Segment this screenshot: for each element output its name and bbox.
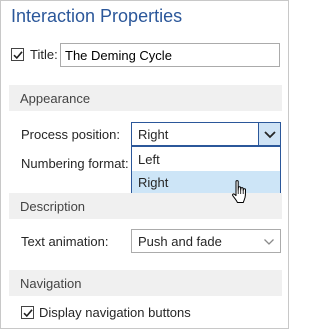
dropdown-option-right[interactable]: Right [132,171,280,194]
process-position-value: Right [138,127,169,142]
panel-title: Interaction Properties [11,6,183,26]
process-position-label: Process position: [21,127,120,142]
chevron-down-icon[interactable] [258,123,280,145]
process-position-dropdown: Left Right [131,146,281,194]
navigation-section-header: Navigation [9,270,282,296]
option-label: Right [138,175,169,190]
text-animation-select[interactable]: Push and fade [131,229,281,253]
text-animation-label: Text animation: [21,234,109,249]
navigation-header-label: Navigation [20,276,82,291]
check-icon [13,51,23,60]
appearance-header-label: Appearance [20,91,91,106]
display-navigation-label: Display navigation buttons [39,305,191,320]
appearance-section-header: Appearance [9,85,282,111]
chevron-down-icon[interactable] [258,230,280,252]
text-animation-value: Push and fade [138,234,222,249]
title-checkbox[interactable] [11,48,24,61]
description-header-label: Description [20,199,86,214]
process-position-select[interactable]: Right [131,122,281,146]
hand-pointer-icon [232,180,246,203]
check-icon [23,309,33,318]
title-row: Title: [11,43,287,67]
title-label: Title: [30,47,58,62]
title-input[interactable] [60,43,280,67]
display-navigation-checkbox[interactable] [21,306,34,319]
display-navigation-row: Display navigation buttons [21,305,271,321]
option-label: Left [138,152,160,167]
interaction-properties-panel: Interaction Properties Title: Appearance… [0,0,289,329]
numbering-format-label: Numbering format: [21,156,129,171]
dropdown-option-left[interactable]: Left [132,148,280,171]
